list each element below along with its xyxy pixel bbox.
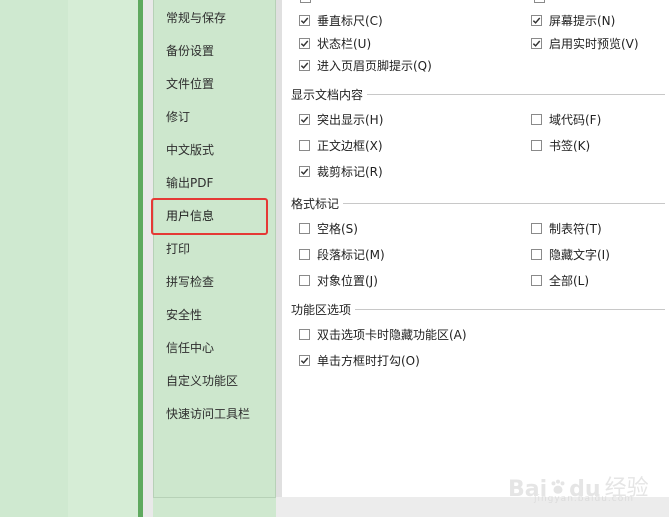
nav-item-spelling[interactable]: 拼写检查 xyxy=(166,271,214,293)
status-bar-checkbox[interactable]: 状态栏(U) xyxy=(299,34,371,52)
display-content-group-header: 显示文档内容 xyxy=(291,85,665,103)
header-footer-tip-label: 进入页眉页脚提示(Q) xyxy=(317,58,432,73)
checkmark-icon xyxy=(531,14,542,26)
text-boundaries-label: 正文边框(X) xyxy=(317,138,383,153)
screen-tips-label: 屏幕提示(N) xyxy=(549,13,616,28)
tabs-label: 制表符(T) xyxy=(549,221,602,236)
field-codes-checkbox[interactable]: 域代码(F) xyxy=(531,110,601,128)
checkbox-empty-icon xyxy=(531,139,542,151)
format-marks-group-header: 格式标记 xyxy=(291,194,665,212)
checkbox-empty-icon xyxy=(299,139,310,151)
ribbon-options-group-header: 功能区选项 xyxy=(291,300,665,318)
checkmark-icon xyxy=(299,37,310,49)
nav-item-general-save[interactable]: 常规与保存 xyxy=(166,7,226,29)
crop-marks-checkbox[interactable]: 裁剪标记(R) xyxy=(299,162,383,180)
checkbox-empty-icon xyxy=(299,248,310,260)
hidden-text-label: 隐藏文字(I) xyxy=(549,247,610,262)
field-codes-label: 域代码(F) xyxy=(549,112,602,127)
bottom-strip xyxy=(276,497,669,517)
nav-item-backup[interactable]: 备份设置 xyxy=(166,40,214,62)
checkmark-icon xyxy=(531,37,542,49)
bookmarks-checkbox[interactable]: 书签(K) xyxy=(531,136,590,154)
object-anchors-checkbox[interactable]: 对象位置(J) xyxy=(299,271,378,289)
single-click-label: 单击方框时打勾(O) xyxy=(317,353,420,368)
background-gap xyxy=(143,0,153,517)
group-divider xyxy=(367,93,665,95)
format-marks-title: 格式标记 xyxy=(291,196,340,211)
nav-item-security[interactable]: 安全性 xyxy=(166,304,202,326)
spaces-checkbox[interactable]: 空格(S) xyxy=(299,219,358,237)
checkmark-icon xyxy=(299,354,310,366)
header-footer-tip-checkbox[interactable]: 进入页眉页脚提示(Q) xyxy=(299,56,432,74)
checkbox-empty-icon xyxy=(531,113,542,125)
tabs-checkbox[interactable]: 制表符(T) xyxy=(531,219,602,237)
hidden-text-checkbox[interactable]: 隐藏文字(I) xyxy=(531,245,610,263)
checkbox-empty-icon xyxy=(531,222,542,234)
nav-item-quick-access[interactable]: 快速访问工具栏 xyxy=(166,403,250,425)
checkmark-icon xyxy=(299,113,310,125)
nav-item-export-pdf[interactable]: 输出PDF xyxy=(166,172,213,194)
dblclick-hide-ribbon-checkbox[interactable]: 双击选项卡时隐藏功能区(A) xyxy=(299,325,467,343)
checkmark-icon xyxy=(299,59,310,71)
ribbon-options-title: 功能区选项 xyxy=(291,302,352,317)
spaces-label: 空格(S) xyxy=(317,221,358,236)
group-divider xyxy=(343,202,665,204)
vertical-ruler-label: 垂直标尺(C) xyxy=(317,13,383,28)
checkbox-empty-icon xyxy=(531,274,542,286)
nav-item-file-locations[interactable]: 文件位置 xyxy=(166,73,214,95)
nav-item-track-changes[interactable]: 修订 xyxy=(166,106,190,128)
highlight-annotation-box xyxy=(151,198,268,235)
object-anchors-label: 对象位置(J) xyxy=(317,273,378,288)
highlight-checkbox[interactable]: 突出显示(H) xyxy=(299,110,383,128)
all-marks-checkbox[interactable]: 全部(L) xyxy=(531,271,589,289)
checkbox-empty-icon xyxy=(299,328,310,340)
checkbox-empty-icon xyxy=(531,248,542,260)
status-bar-label: 状态栏(U) xyxy=(317,36,372,51)
checkmark-icon xyxy=(299,14,310,26)
crop-marks-label: 裁剪标记(R) xyxy=(317,164,383,179)
nav-item-trust-center[interactable]: 信任中心 xyxy=(166,337,214,359)
highlight-label: 突出显示(H) xyxy=(317,112,384,127)
all-marks-label: 全部(L) xyxy=(549,273,590,288)
vertical-ruler-checkbox[interactable]: 垂直标尺(C) xyxy=(299,11,383,29)
background-left-panel xyxy=(0,0,68,517)
bookmarks-label: 书签(K) xyxy=(549,138,591,153)
paragraph-marks-label: 段落标记(M) xyxy=(317,247,385,262)
checkbox-empty-icon xyxy=(299,274,310,286)
checkbox-empty-icon xyxy=(299,222,310,234)
screen-tips-checkbox[interactable]: 屏幕提示(N) xyxy=(531,11,615,29)
nav-item-print[interactable]: 打印 xyxy=(166,238,190,260)
background-band xyxy=(68,0,138,517)
single-click-checkbox[interactable]: 单击方框时打勾(O) xyxy=(299,351,420,369)
clipped-top-row xyxy=(294,0,654,4)
display-content-title: 显示文档内容 xyxy=(291,87,364,102)
text-boundaries-checkbox[interactable]: 正文边框(X) xyxy=(299,136,383,154)
checkmark-icon xyxy=(299,165,310,177)
options-nav: 常规与保存 备份设置 文件位置 修订 中文版式 输出PDF 用户信息 打印 拼写… xyxy=(153,0,276,498)
paragraph-marks-checkbox[interactable]: 段落标记(M) xyxy=(299,245,385,263)
live-preview-label: 启用实时预览(V) xyxy=(549,36,639,51)
nav-item-chinese-layout[interactable]: 中文版式 xyxy=(166,139,214,161)
group-divider xyxy=(355,308,665,310)
nav-item-customize-ribbon[interactable]: 自定义功能区 xyxy=(166,370,238,392)
dblclick-hide-ribbon-label: 双击选项卡时隐藏功能区(A) xyxy=(317,327,467,342)
live-preview-checkbox[interactable]: 启用实时预览(V) xyxy=(531,34,639,52)
